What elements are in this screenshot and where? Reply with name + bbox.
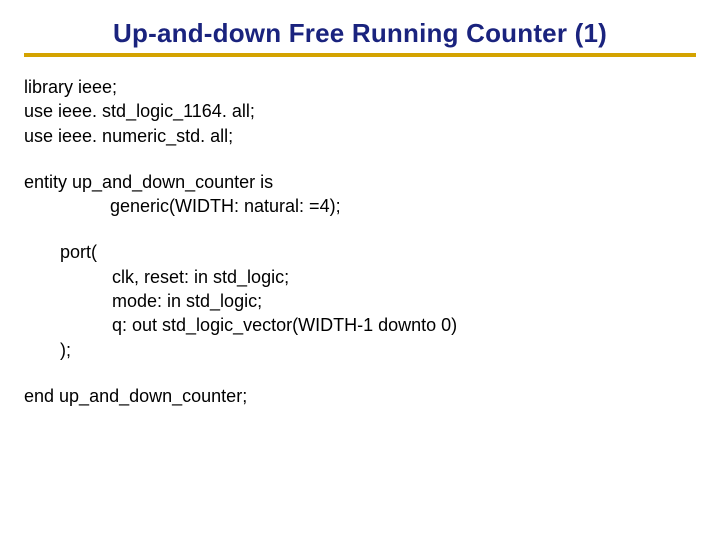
code-line: end up_and_down_counter; — [24, 384, 696, 408]
code-line: clk, reset: in std_logic; — [24, 265, 696, 289]
slide-title: Up-and-down Free Running Counter (1) — [24, 18, 696, 49]
code-line: use ieee. std_logic_1164. all; — [24, 99, 696, 123]
code-line: mode: in std_logic; — [24, 289, 696, 313]
slide: Up-and-down Free Running Counter (1) lib… — [0, 0, 720, 540]
blank-line — [24, 148, 696, 170]
code-block: library ieee; use ieee. std_logic_1164. … — [24, 75, 696, 408]
blank-line — [24, 218, 696, 240]
title-underline — [24, 53, 696, 57]
code-line: library ieee; — [24, 75, 696, 99]
code-line: q: out std_logic_vector(WIDTH-1 downto 0… — [24, 313, 696, 337]
code-line: generic(WIDTH: natural: =4); — [24, 194, 696, 218]
code-line: entity up_and_down_counter is — [24, 170, 696, 194]
code-line: port( — [24, 240, 696, 264]
code-line: use ieee. numeric_std. all; — [24, 124, 696, 148]
blank-line — [24, 362, 696, 384]
code-line: ); — [24, 338, 696, 362]
